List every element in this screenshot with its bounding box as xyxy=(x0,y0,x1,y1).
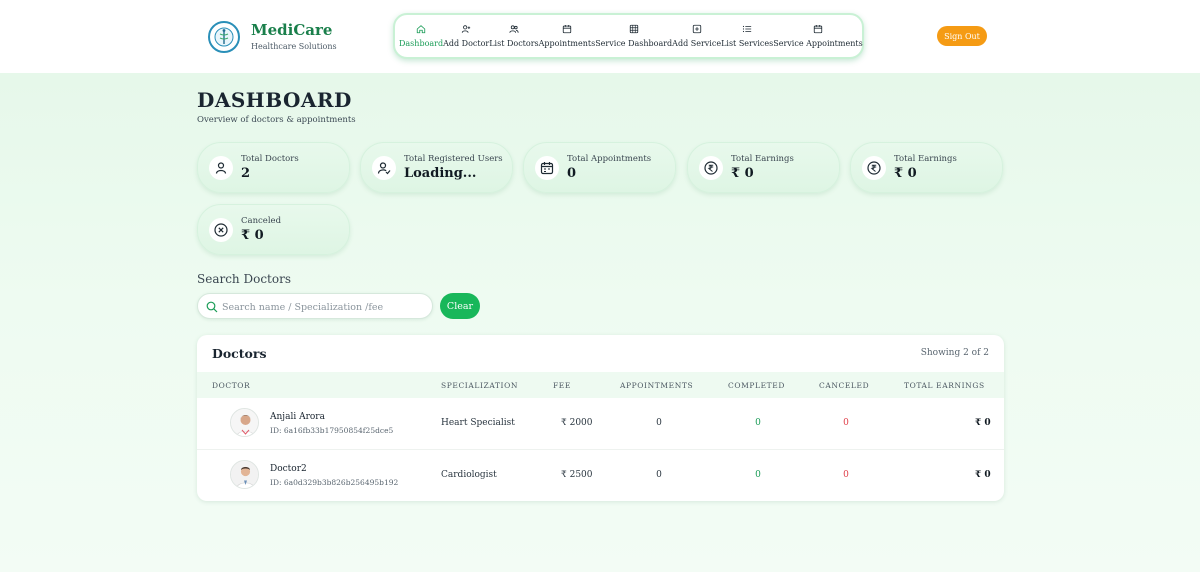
stat-value: ₹ 0 xyxy=(731,166,754,181)
calendar-icon xyxy=(535,156,559,180)
completed-cell: 0 xyxy=(755,418,761,428)
page-subtitle: Overview of doctors & appointments xyxy=(197,115,356,125)
caduceus-icon xyxy=(208,21,240,53)
nav-label: List Services xyxy=(721,39,774,48)
stat-label: Canceled xyxy=(241,216,282,226)
column-header-completed: COMPLETED xyxy=(728,381,785,390)
plus-square-icon xyxy=(692,24,701,34)
brand-title: MediCare xyxy=(251,21,333,39)
table-row[interactable]: Anjali Arora ID: 6a16fb33b17950854f25dce… xyxy=(197,398,1004,449)
fee-cell: ₹ 2500 xyxy=(561,470,593,480)
stat-value: Loading... xyxy=(404,166,477,181)
table-title: Doctors xyxy=(212,346,267,361)
doctor-name: Anjali Arora xyxy=(270,412,325,422)
completed-cell: 0 xyxy=(755,470,761,480)
brand-logo[interactable]: MediCare Healthcare Solutions xyxy=(208,21,337,53)
user-icon xyxy=(209,156,233,180)
table-count: Showing 2 of 2 xyxy=(920,348,989,358)
nav-service-appointments[interactable]: Service Appointments xyxy=(773,24,863,48)
column-header-canceled: CANCELED xyxy=(819,381,870,390)
stat-label: Total Doctors xyxy=(241,154,299,164)
user-plus-icon xyxy=(461,25,471,33)
stat-label: Total Appointments xyxy=(567,154,652,164)
nav-list-services[interactable]: List Services xyxy=(721,24,773,48)
search-box xyxy=(197,293,433,319)
user-check-icon xyxy=(372,156,396,180)
nav-list-doctors[interactable]: List Doctors xyxy=(489,24,539,48)
search-input[interactable] xyxy=(222,298,426,316)
clear-button[interactable]: Clear xyxy=(440,293,480,319)
stat-value: ₹ 0 xyxy=(894,166,917,181)
column-header-total-earnings: TOTAL EARNINGS xyxy=(904,381,985,390)
users-icon xyxy=(509,25,519,33)
calendar-icon xyxy=(813,25,823,34)
nav-label: Add Doctor xyxy=(443,39,490,48)
stat-value: 2 xyxy=(241,166,251,181)
specialization-cell: Heart Specialist xyxy=(441,418,515,428)
top-header: MediCare Healthcare Solutions Dashboard … xyxy=(0,0,1200,73)
nav-label: Service Dashboard xyxy=(595,39,673,48)
earnings-cell: ₹ 0 xyxy=(975,418,991,428)
search-icon xyxy=(206,301,218,313)
nav-add-doctor[interactable]: Add Doctor xyxy=(443,24,489,48)
sign-out-button[interactable]: Sign Out xyxy=(937,26,987,46)
doctor-id: ID: 6a16fb33b17950854f25dce5 xyxy=(270,426,394,435)
nav-label: Add Service xyxy=(672,39,722,48)
stat-card-canceled: Canceled ₹ 0 xyxy=(197,204,350,255)
stat-label: Total Earnings xyxy=(894,154,957,164)
page-title: DASHBOARD xyxy=(197,88,352,112)
nav-dashboard[interactable]: Dashboard xyxy=(399,24,443,48)
appointments-cell: 0 xyxy=(656,418,662,428)
brand-subtitle: Healthcare Solutions xyxy=(251,42,337,51)
earnings-cell: ₹ 0 xyxy=(975,470,991,480)
column-header-fee: FEE xyxy=(553,381,571,390)
doctors-table-panel: Doctors Showing 2 of 2 DOCTOR SPECIALIZA… xyxy=(197,335,1004,501)
nav-label: Appointments xyxy=(538,39,596,48)
nav-label: List Doctors xyxy=(489,39,539,48)
stat-value: ₹ 0 xyxy=(241,228,264,243)
search-heading: Search Doctors xyxy=(197,272,291,286)
x-circle-icon xyxy=(209,218,233,242)
specialization-cell: Cardiologist xyxy=(441,470,497,480)
avatar xyxy=(230,408,259,437)
nav-label: Dashboard xyxy=(399,39,444,48)
column-header-appointments: APPOINTMENTS xyxy=(620,381,694,390)
list-icon xyxy=(743,25,752,33)
rupee-icon xyxy=(699,156,723,180)
nav-add-service[interactable]: Add Service xyxy=(672,24,721,48)
stat-card-total-doctors: Total Doctors 2 xyxy=(197,142,350,193)
canceled-cell: 0 xyxy=(843,418,849,428)
stat-card-total-earnings: Total Earnings ₹ 0 xyxy=(687,142,840,193)
appointments-cell: 0 xyxy=(656,470,662,480)
stat-label: Total Registered Users xyxy=(404,154,503,164)
rupee-icon xyxy=(862,156,886,180)
stat-value: 0 xyxy=(567,166,577,181)
stat-card-total-earnings-2: Total Earnings ₹ 0 xyxy=(850,142,1003,193)
calendar-icon xyxy=(562,25,572,34)
home-icon xyxy=(416,25,426,34)
avatar xyxy=(230,460,259,489)
nav-appointments[interactable]: Appointments xyxy=(538,24,596,48)
stat-card-registered-users: Total Registered Users Loading... xyxy=(360,142,513,193)
canceled-cell: 0 xyxy=(843,470,849,480)
column-header-specialization: SPECIALIZATION xyxy=(441,381,519,390)
stat-label: Total Earnings xyxy=(731,154,794,164)
stat-card-total-appointments: Total Appointments 0 xyxy=(523,142,676,193)
grid-icon xyxy=(629,24,638,34)
doctor-id: ID: 6a0d329b3b826b256495b192 xyxy=(270,478,399,487)
fee-cell: ₹ 2000 xyxy=(561,418,593,428)
doctor-name: Doctor2 xyxy=(270,464,307,474)
column-header-doctor: DOCTOR xyxy=(212,381,251,390)
nav-label: Service Appointments xyxy=(773,39,863,48)
table-header: DOCTOR SPECIALIZATION FEE APPOINTMENTS C… xyxy=(197,372,1004,398)
nav-service-dashboard[interactable]: Service Dashboard xyxy=(595,24,672,48)
main-nav: Dashboard Add Doctor List Doctors Appoin… xyxy=(393,13,864,59)
table-row[interactable]: Doctor2 ID: 6a0d329b3b826b256495b192 Car… xyxy=(197,449,1004,500)
